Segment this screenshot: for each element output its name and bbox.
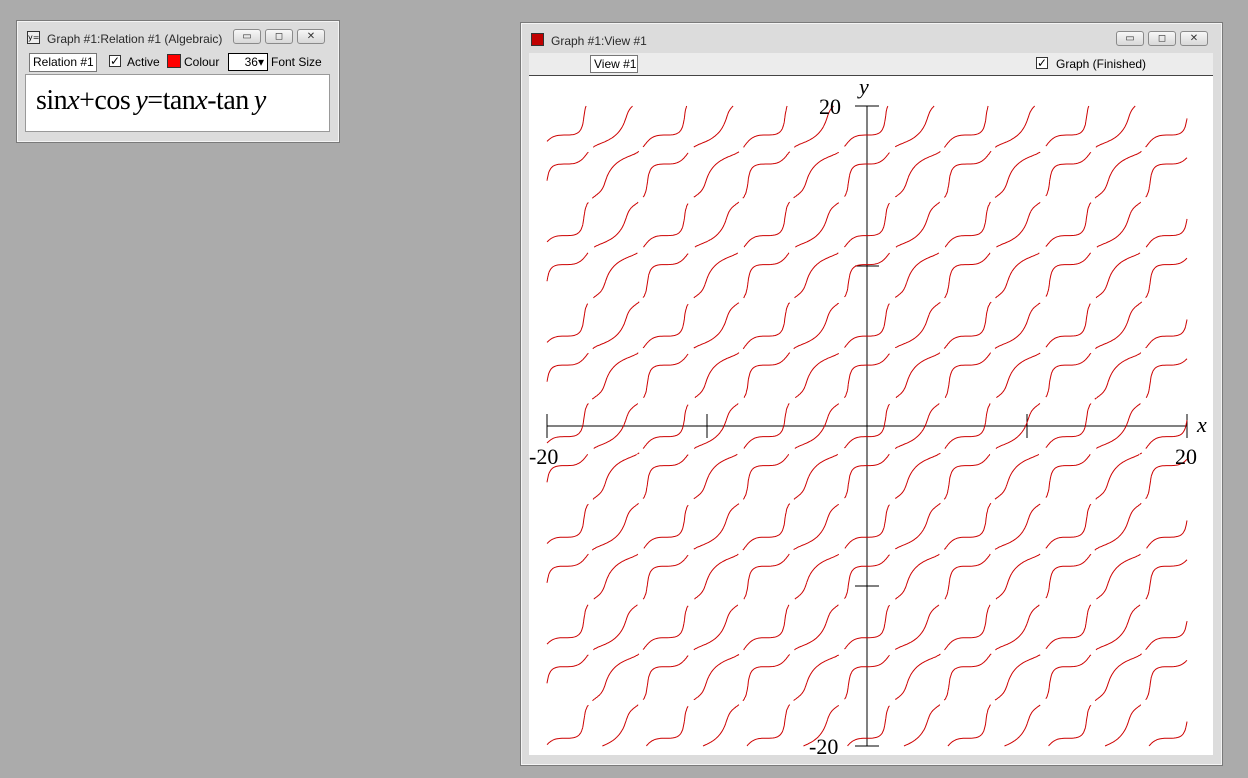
minimize-button[interactable]: ▭ [1116,31,1144,46]
status-label: Graph (Finished) [1056,57,1147,71]
view-titlebar[interactable]: Graph #1:View #1 ▭ ◻ ✕ [521,23,1222,53]
font-size-value: 36 [244,55,258,69]
checkmark-icon: ✓ [1037,56,1048,70]
close-button[interactable]: ✕ [1180,31,1208,46]
active-label: Active [127,55,160,69]
checkmark-icon: ✓ [110,54,121,68]
view-window: Graph #1:View #1 ▭ ◻ ✕ View #1 ✓ Graph (… [520,22,1223,766]
y-tick-label: 20 [819,94,841,119]
relation-titlebar[interactable]: y= Graph #1:Relation #1 (Algebraic) ▭ ◻ … [17,21,339,51]
restore-button[interactable]: ◻ [265,29,293,44]
restore-button[interactable]: ◻ [1148,31,1176,46]
equation-text: sinx+cos y=tanx-tan y [36,85,266,116]
status-checkbox[interactable]: ✓ [1036,57,1048,69]
x-tick-label: 20 [1175,444,1197,469]
y-tick-label: -20 [809,734,838,756]
view-name-field[interactable]: View #1 [590,55,638,73]
close-button[interactable]: ✕ [297,29,325,44]
graph-canvas[interactable]: -20 20 20 -20 x y [529,75,1213,756]
view-toolbar: View #1 ✓ Graph (Finished) [529,53,1213,75]
minimize-button[interactable]: ▭ [233,29,261,44]
font-size-select[interactable]: 36▾ [228,53,268,71]
colour-label: Colour [184,55,220,69]
relation-name-field[interactable]: Relation #1 [29,53,97,72]
yx-relation-icon: y= [27,31,40,44]
x-tick-label: -20 [529,444,558,469]
equation-panel[interactable]: sinx+cos y=tanx-tan y [25,74,330,132]
x-axis-label: x [1196,412,1207,437]
relation-toolbar: Relation #1 ✓ Active Colour 36▾ Font Siz… [17,51,339,73]
graph-view-icon [531,33,544,46]
relation-window: y= Graph #1:Relation #1 (Algebraic) ▭ ◻ … [16,20,340,143]
window-title: Graph #1:View #1 [551,34,647,48]
y-axis-label: y [857,76,869,99]
graph-plot[interactable]: -20 20 20 -20 x y [529,76,1213,756]
dropdown-arrow-icon: ▾ [257,55,264,69]
active-checkbox[interactable]: ✓ [109,55,121,67]
window-title: Graph #1:Relation #1 (Algebraic) [47,32,223,46]
font-size-label: Font Size [271,55,322,69]
colour-swatch[interactable] [167,54,181,68]
